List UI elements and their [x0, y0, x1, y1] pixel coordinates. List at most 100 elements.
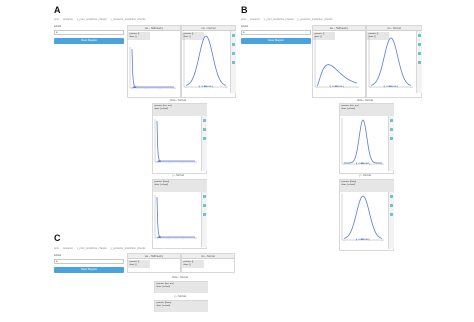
panel-b-tabs: prior posterior y_prior_predictive_check… — [241, 18, 335, 21]
theta-card: parents: [tau, mu] dims: [school] — [154, 281, 208, 293]
theta-toolbar — [388, 116, 394, 171]
theta-caption: theta ~ Normal — [170, 99, 186, 102]
school-select[interactable]: A — [54, 259, 124, 264]
rug-marks — [157, 160, 161, 162]
y-prior-plot — [154, 195, 197, 240]
tab-posterior[interactable]: posterior — [63, 18, 73, 21]
school-select-label: school — [241, 25, 248, 28]
pan-tool-icon[interactable] — [203, 128, 206, 131]
mu-card-title: mu ~ Normal — [182, 26, 235, 31]
tab-y-prior-predictive[interactable]: y_prior_predictive_checks — [264, 18, 294, 21]
mu-card-title: mu ~ Normal — [182, 254, 234, 259]
tab-y-prior-predictive[interactable]: y_prior_predictive_checks — [77, 18, 107, 21]
density-curve — [185, 35, 227, 86]
rug-marks — [329, 85, 344, 87]
density-curve — [156, 120, 195, 162]
tab-y-posterior-predictive[interactable]: y_posterior_predictive_checks — [298, 18, 333, 21]
panel-c-tabs: prior posterior y_prior_predictive_check… — [54, 247, 148, 250]
theta-dims: dims: [school] — [341, 107, 355, 110]
tau-dims: dims: [] — [129, 263, 137, 266]
y-info: parents: [theta] dims: [school] — [340, 180, 394, 192]
tab-prior[interactable]: prior — [54, 247, 59, 250]
tau-info: parents: [] dims: [] — [128, 260, 150, 268]
y-dims: dims: [school] — [156, 304, 170, 307]
rug-marks — [198, 85, 213, 87]
theta-caption: theta ~ Normal — [172, 276, 188, 279]
reset-tool-icon[interactable] — [390, 213, 393, 216]
mu-dims: dims: [] — [183, 263, 191, 266]
reset-tool-icon[interactable] — [390, 137, 393, 140]
panel-b-label: B — [241, 5, 248, 15]
save-tool-icon[interactable] — [232, 61, 235, 64]
tau-card-title: tau ~ HalfCauchy — [313, 26, 365, 31]
tau-posterior-plot — [314, 37, 359, 89]
density-curve — [156, 196, 195, 238]
density-curve — [131, 48, 174, 88]
panel-a-tabs: prior posterior y_prior_predictive_check… — [54, 18, 148, 21]
tab-posterior[interactable]: posterior — [250, 18, 260, 21]
reset-tool-icon[interactable] — [203, 213, 206, 216]
school-select[interactable]: A — [54, 30, 124, 35]
pan-tool-icon[interactable] — [390, 204, 393, 207]
y-caption: y ~ Normal — [172, 174, 184, 177]
mu-toolbar — [230, 31, 236, 93]
zoom-tool-icon[interactable] — [203, 119, 206, 122]
density-curve — [370, 37, 412, 86]
zoom-tool-icon[interactable] — [203, 195, 206, 198]
reset-diagram-button[interactable]: Reset Diagram — [54, 38, 124, 44]
tab-posterior[interactable]: posterior — [63, 247, 73, 250]
pan-tool-icon[interactable] — [390, 128, 393, 131]
y-toolbar — [201, 192, 207, 247]
school-select-label: school — [54, 254, 61, 257]
pan-tool-icon[interactable] — [418, 43, 421, 46]
zoom-tool-icon[interactable] — [390, 195, 393, 198]
y-dims: dims: [school] — [154, 183, 168, 186]
tau-prior-plot — [129, 47, 176, 90]
y-info: parents: [theta] dims: [school] — [153, 180, 207, 192]
school-select-label: school — [54, 25, 61, 28]
density-curve — [316, 64, 358, 87]
y-info: parents: [theta] dims: [school] — [155, 301, 208, 312]
reset-tool-icon[interactable] — [203, 137, 206, 140]
theta-dims: dims: [school] — [156, 285, 170, 288]
rug-marks — [383, 85, 398, 87]
mu-card-title: mu ~ Normal — [367, 26, 421, 31]
panel-a-label: A — [54, 5, 61, 15]
pan-tool-icon[interactable] — [203, 204, 206, 207]
y-caption: y ~ Normal — [174, 295, 186, 298]
tab-y-posterior-predictive[interactable]: y_posterior_predictive_checks — [111, 18, 146, 21]
theta-info: parents: [tau, mu] dims: [school] — [340, 104, 394, 116]
theta-info: parents: [tau, mu] dims: [school] — [155, 282, 208, 293]
y-dims: dims: [school] — [341, 183, 355, 186]
panel-c-label: C — [54, 233, 61, 243]
reset-diagram-button[interactable]: Reset Diagram — [54, 267, 124, 273]
school-select[interactable]: A — [241, 30, 311, 35]
tau-card: tau ~ HalfCauchy parents: [] dims: [] — [127, 253, 181, 273]
y-caption: y ~ Normal — [359, 174, 371, 177]
pan-tool-icon[interactable] — [232, 43, 235, 46]
tau-dims: dims: [] — [129, 35, 137, 38]
save-tool-icon[interactable] — [418, 61, 421, 64]
tab-y-posterior-predictive[interactable]: y_posterior_predictive_checks — [111, 247, 146, 250]
zoom-tool-icon[interactable] — [232, 34, 235, 37]
tau-info: parents: [] dims: [] — [128, 32, 150, 40]
rug-marks — [132, 86, 137, 88]
theta-prior-plot — [154, 119, 197, 164]
rug-marks — [356, 238, 370, 240]
rug-marks — [157, 236, 161, 238]
tab-y-prior-predictive[interactable]: y_prior_predictive_checks — [77, 247, 107, 250]
tau-card-title: tau ~ HalfCauchy — [128, 26, 180, 31]
tab-prior[interactable]: prior — [54, 18, 59, 21]
rug-marks — [356, 162, 370, 164]
zoom-tool-icon[interactable] — [418, 34, 421, 37]
mu-toolbar — [416, 31, 422, 93]
tab-prior[interactable]: prior — [241, 18, 246, 21]
y-toolbar — [388, 192, 394, 249]
theta-caption: theta ~ Normal — [357, 99, 373, 102]
reset-tool-icon[interactable] — [418, 52, 421, 55]
density-curve — [343, 119, 383, 164]
reset-diagram-button[interactable]: Reset Diagram — [241, 38, 311, 44]
mu-prior-plot — [183, 34, 228, 89]
reset-tool-icon[interactable] — [232, 52, 235, 55]
zoom-tool-icon[interactable] — [390, 119, 393, 122]
